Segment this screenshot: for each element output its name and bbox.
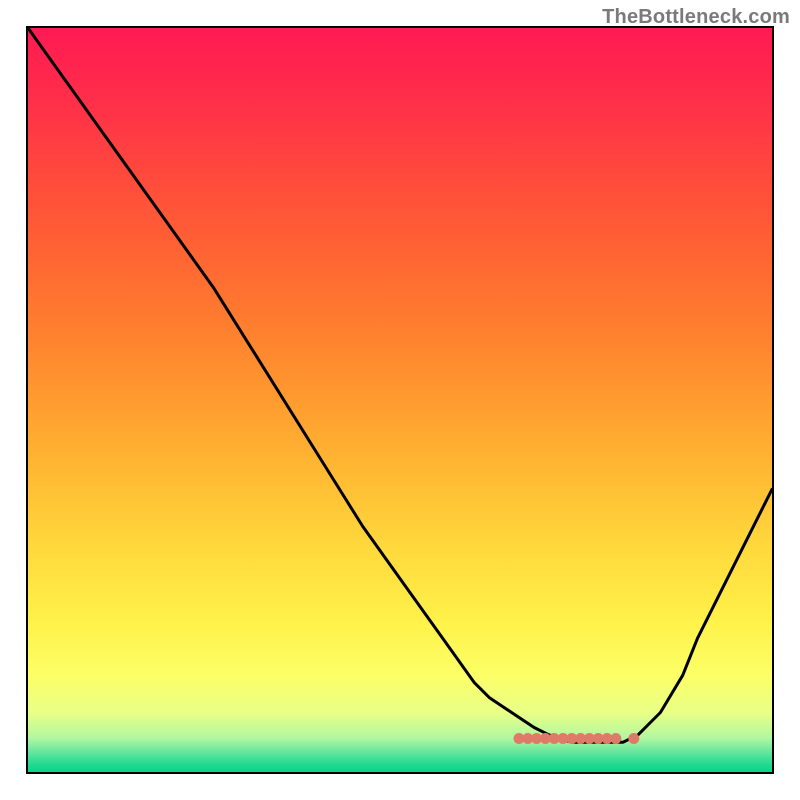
marker-dot — [628, 733, 639, 744]
bottleneck-curve — [28, 28, 772, 742]
curve-layer — [28, 28, 772, 772]
marker-dot — [610, 733, 621, 744]
chart-frame — [26, 26, 774, 774]
chart-area — [28, 28, 772, 772]
